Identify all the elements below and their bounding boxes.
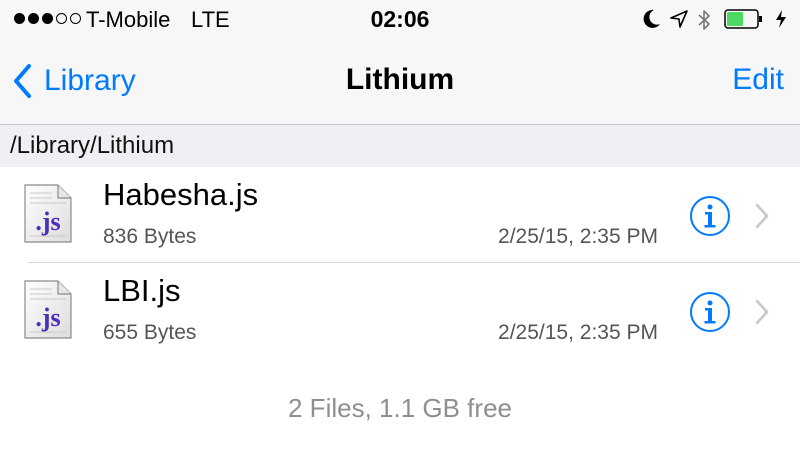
info-icon[interactable] <box>689 195 731 237</box>
top-bar: T-Mobile LTE 02:06 Library Lithium Edit <box>0 0 800 125</box>
status-bar: T-Mobile LTE 02:06 <box>0 0 800 40</box>
file-row[interactable]: .js LBI.js 655 Bytes 2/25/15, 2:35 PM <box>0 263 800 359</box>
navigation-bar: Library Lithium Edit <box>0 40 800 124</box>
battery-icon <box>724 9 762 29</box>
storage-summary: 2 Files, 1.1 GB free <box>288 393 512 423</box>
location-arrow-icon <box>670 10 688 28</box>
edit-button[interactable]: Edit <box>732 63 784 97</box>
path-header: /Library/Lithium <box>0 125 800 167</box>
file-list: .js Habesha.js 836 Bytes 2/25/15, 2:35 P… <box>0 167 800 359</box>
chevron-right-icon <box>755 203 769 229</box>
file-name: LBI.js <box>103 273 181 308</box>
file-row[interactable]: .js Habesha.js 836 Bytes 2/25/15, 2:35 P… <box>0 167 800 263</box>
svg-text:.js: .js <box>35 303 60 332</box>
file-date: 2/25/15, 2:35 PM <box>498 321 658 344</box>
moon-icon <box>643 9 660 28</box>
bluetooth-icon <box>698 10 710 30</box>
page-title: Lithium <box>345 63 455 96</box>
info-icon[interactable] <box>689 291 731 333</box>
charging-bolt-icon <box>776 10 786 28</box>
js-file-icon: .js <box>24 280 72 339</box>
file-size: 836 Bytes <box>103 225 197 248</box>
file-name: Habesha.js <box>103 177 259 212</box>
svg-text:.js: .js <box>35 207 60 236</box>
chevron-right-icon <box>755 299 769 325</box>
path-label: /Library/Lithium <box>10 132 175 159</box>
file-size: 655 Bytes <box>103 321 197 344</box>
js-file-icon: .js <box>24 184 72 243</box>
file-date: 2/25/15, 2:35 PM <box>498 225 658 248</box>
